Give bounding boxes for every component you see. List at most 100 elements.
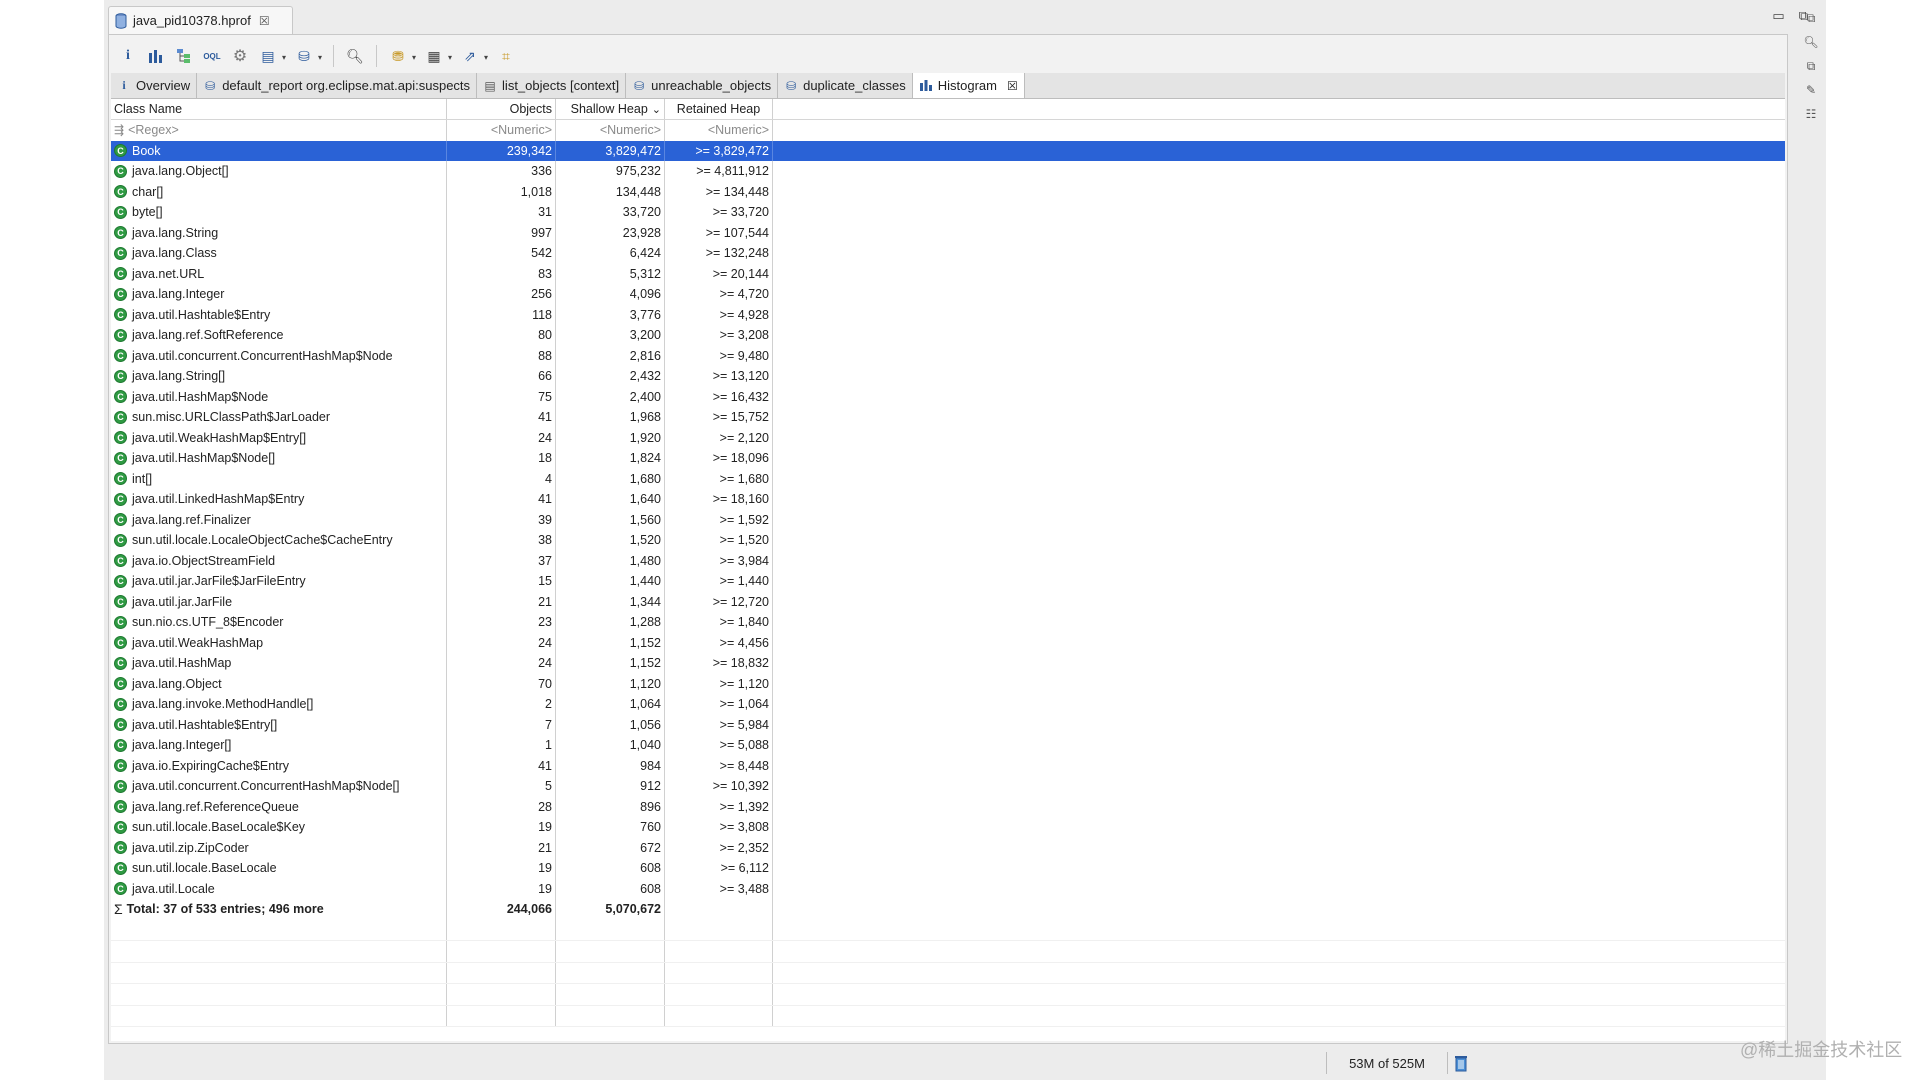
- retained-heap-cell: >= 2,120: [665, 427, 773, 448]
- class-name: java.util.Hashtable$Entry[]: [132, 717, 278, 732]
- table-row[interactable]: Cjava.lang.Integer[] 1 1,040 >= 5,088: [111, 735, 1785, 756]
- run-report-icon[interactable]: ▤ ▾: [257, 45, 286, 67]
- export-icon[interactable]: ⇗ ▾: [459, 45, 488, 67]
- calculate-icon[interactable]: ⌗: [495, 45, 517, 67]
- filter-icon: ⇶: [114, 123, 125, 138]
- table-row[interactable]: Cjava.util.jar.JarFile 21 1,344 >= 12,720: [111, 591, 1785, 612]
- table-row[interactable]: Cjava.lang.String[] 66 2,432 >= 13,120: [111, 366, 1785, 387]
- class-name-cell: Cjava.util.Hashtable$Entry: [111, 304, 447, 325]
- table-row[interactable]: Cjava.lang.invoke.MethodHandle[] 2 1,064 >=…: [111, 694, 1785, 715]
- table-row[interactable]: Csun.nio.cs.UTF_8$Encoder 23 1,288 >= 1,840: [111, 612, 1785, 633]
- table-row[interactable]: Csun.util.locale.BaseLocale 19 608 >= 6,112: [111, 858, 1785, 879]
- editor-tab-hprof[interactable]: java_pid10378.hprof ☒: [108, 6, 293, 34]
- table-row[interactable]: Cjava.util.Locale 19 608 >= 3,488: [111, 878, 1785, 899]
- row-filler: [773, 530, 1785, 551]
- table-row[interactable]: Cjava.lang.ref.Finalizer 39 1,560 >= 1,592: [111, 509, 1785, 530]
- table-row[interactable]: Cjava.util.HashMap$Node 75 2,400 >= 16,432: [111, 386, 1785, 407]
- table-row[interactable]: Cjava.util.LinkedHashMap$Entry 41 1,640 >= …: [111, 489, 1785, 510]
- objects-cell: 4: [447, 468, 556, 489]
- shallow-heap-filter[interactable]: <Numeric>: [556, 120, 665, 141]
- class-name-cell: Cjava.lang.ref.Finalizer: [111, 509, 447, 530]
- table-row[interactable]: Cjava.util.concurrent.ConcurrentHashMap$…: [111, 345, 1785, 366]
- table-row[interactable]: Cjava.io.ExpiringCache$Entry 41 984 >= 8,44…: [111, 755, 1785, 776]
- table-row[interactable]: Cjava.lang.Object[] 336 975,232 >= 4,811,91…: [111, 161, 1785, 182]
- histogram-icon[interactable]: [145, 45, 167, 67]
- navigation-history-icon[interactable]: ☷: [1803, 106, 1819, 122]
- table-row[interactable]: Cjava.util.Hashtable$Entry[] 7 1,056 >= 5,9…: [111, 714, 1785, 735]
- table-row[interactable]: Cjava.util.zip.ZipCoder 21 672 >= 2,352: [111, 837, 1785, 858]
- table-row[interactable]: Cchar[] 1,018 134,448 >= 134,448: [111, 181, 1785, 202]
- tab-list-objects[interactable]: ▤ list_objects [context]: [477, 73, 627, 98]
- table-row[interactable]: Cjava.util.WeakHashMap 24 1,152 >= 4,456: [111, 632, 1785, 653]
- table-row[interactable]: Cjava.util.HashMap$Node[] 18 1,824 >= 18,09…: [111, 448, 1785, 469]
- tab-overview[interactable]: i Overview: [111, 73, 198, 98]
- table-row[interactable]: Csun.util.locale.LocaleObjectCache$Cache…: [111, 530, 1785, 551]
- retained-heap-cell: >= 20,144: [665, 263, 773, 284]
- report-icon: ⛁: [205, 78, 216, 93]
- close-icon[interactable]: ☒: [1007, 79, 1018, 93]
- tab-unreachable-objects[interactable]: ⛁ unreachable_objects: [626, 73, 779, 98]
- shallow-heap-cell: 608: [556, 858, 665, 879]
- column-header-label: Shallow Heap: [570, 102, 648, 116]
- retained-heap-filter[interactable]: <Numeric>: [665, 120, 773, 141]
- table-row[interactable]: Cjava.lang.ref.SoftReference 80 3,200 >= 3,…: [111, 325, 1785, 346]
- query-browser-icon[interactable]: ⛁ ▾: [293, 45, 322, 67]
- tab-histogram[interactable]: Histogram ☒: [912, 73, 1025, 98]
- tab-duplicate-classes[interactable]: ⛁ duplicate_classes: [778, 73, 913, 98]
- column-header-class-name[interactable]: Class Name: [111, 99, 447, 119]
- class-name: java.lang.ref.ReferenceQueue: [132, 799, 299, 814]
- class-icon: C: [114, 144, 127, 158]
- table-row[interactable]: Cbyte[] 31 33,720 >= 33,720: [111, 202, 1785, 223]
- info-icon[interactable]: i: [117, 45, 139, 67]
- column-header-shallow-heap[interactable]: Shallow Heap ⌄: [556, 99, 665, 119]
- table-row[interactable]: Cjava.util.WeakHashMap$Entry[] 24 1,920 >= …: [111, 427, 1785, 448]
- retained-heap-cell: >= 107,544: [665, 222, 773, 243]
- restore-view-icon[interactable]: ⧉: [1803, 58, 1819, 74]
- columns-icon[interactable]: ▦ ▾: [423, 45, 452, 67]
- table-row[interactable]: Cint[] 4 1,680 >= 1,680: [111, 468, 1785, 489]
- close-icon[interactable]: ☒: [259, 14, 270, 28]
- row-filler: [773, 264, 1785, 285]
- table-row[interactable]: Cjava.lang.String 997 23,928 >= 107,544: [111, 222, 1785, 243]
- dominator-tree-icon[interactable]: [173, 45, 195, 67]
- column-header-objects[interactable]: Objects: [447, 99, 556, 119]
- table-row[interactable]: Cjava.io.ObjectStreamField 37 1,480 >= 3,98…: [111, 550, 1785, 571]
- shallow-heap-cell: 760: [556, 817, 665, 838]
- table-row[interactable]: Cjava.util.HashMap 24 1,152 >= 18,832: [111, 653, 1785, 674]
- table-row[interactable]: C Book 239,342 3,829,472 >= 3,829,472: [111, 140, 1785, 161]
- minimize-icon[interactable]: ▭: [1772, 8, 1784, 24]
- gear-icon[interactable]: ⚙: [229, 45, 251, 67]
- notes-icon[interactable]: ✎: [1803, 82, 1819, 98]
- column-header-retained-heap[interactable]: Retained Heap: [665, 99, 773, 119]
- trash-icon[interactable]: [1454, 1054, 1468, 1072]
- objects-cell: 37: [447, 550, 556, 571]
- sigma-icon: Σ: [114, 901, 123, 918]
- table-row[interactable]: Cjava.lang.Integer 256 4,096 >= 4,720: [111, 284, 1785, 305]
- search-icon[interactable]: 🔍︎: [344, 45, 366, 67]
- shallow-heap-cell: 1,920: [556, 427, 665, 448]
- class-name-filter[interactable]: ⇶ <Regex>: [111, 120, 447, 141]
- objects-filter[interactable]: <Numeric>: [447, 120, 556, 141]
- inspector-icon[interactable]: 🔍︎: [1803, 34, 1819, 50]
- table-row[interactable]: Cjava.net.URL 83 5,312 >= 20,144: [111, 263, 1785, 285]
- table-row[interactable]: Cjava.lang.Class 542 6,424 >= 132,248: [111, 243, 1785, 264]
- total-row: Σ Total: 37 of 533 entries; 496 more 244…: [111, 899, 1785, 920]
- table-row[interactable]: Cjava.util.jar.JarFile$JarFileEntry 15 1,4…: [111, 571, 1785, 592]
- class-name: java.util.jar.JarFile: [132, 594, 233, 609]
- class-name: java.util.concurrent.ConcurrentHashMap$N…: [132, 348, 393, 363]
- table-row[interactable]: Csun.util.locale.BaseLocale$Key 19 760 >= 3…: [111, 817, 1785, 838]
- retained-heap-cell: >= 33,720: [665, 202, 773, 223]
- table-row[interactable]: Cjava.util.Hashtable$Entry 118 3,776 >= 4,9…: [111, 304, 1785, 325]
- table-row[interactable]: Cjava.lang.ref.ReferenceQueue 28 896 >= 1,3…: [111, 796, 1785, 817]
- group-by-icon[interactable]: ⛃ ▾: [387, 45, 416, 67]
- class-name: java.util.HashMap: [132, 656, 232, 671]
- table-row[interactable]: Cjava.lang.Object 70 1,120 >= 1,120: [111, 673, 1785, 694]
- restore-view-icon[interactable]: ⧉: [1803, 10, 1819, 26]
- oql-icon[interactable]: OQL: [201, 45, 223, 67]
- table-row[interactable]: Csun.misc.URLClassPath$JarLoader 41 1,968 >…: [111, 407, 1785, 428]
- objects-cell: 70: [447, 673, 556, 694]
- objects-cell: 2: [447, 694, 556, 715]
- table-row[interactable]: Cjava.util.concurrent.ConcurrentHashMap$…: [111, 776, 1785, 797]
- class-name-cell: Cjava.util.Hashtable$Entry[]: [111, 714, 447, 735]
- tab-default-report[interactable]: ⛁ default_report org.eclipse.mat.api:sus…: [197, 73, 478, 98]
